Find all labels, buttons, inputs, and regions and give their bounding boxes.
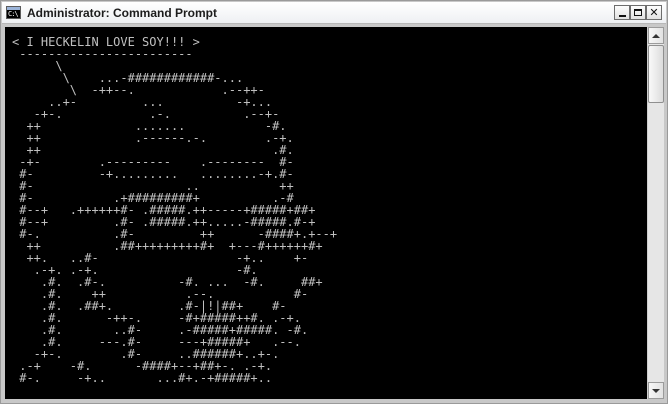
scroll-up-button[interactable] — [648, 27, 664, 44]
scroll-down-arrow-icon — [652, 388, 660, 393]
scroll-down-button[interactable] — [648, 382, 664, 399]
console-output-area[interactable]: < I HECKELIN LOVE SOY!!! > -------------… — [5, 27, 647, 399]
maximize-button[interactable] — [630, 5, 646, 20]
console-line: #-. -+.. ...#+.-+#####+.. — [12, 371, 273, 385]
window-title: Administrator: Command Prompt — [27, 6, 218, 20]
minimize-button[interactable] — [614, 5, 630, 20]
maximize-icon — [634, 9, 642, 16]
console-text: < I HECKELIN LOVE SOY!!! > -------------… — [12, 36, 337, 384]
close-button[interactable]: ✕ — [646, 5, 662, 20]
scrollbar-thumb[interactable] — [648, 45, 664, 103]
icon-glyph: C:\ — [8, 10, 19, 18]
vertical-scrollbar[interactable] — [647, 27, 664, 399]
command-prompt-icon[interactable]: C:\ — [6, 6, 21, 19]
close-icon: ✕ — [649, 6, 659, 19]
title-bar[interactable]: C:\ Administrator: Command Prompt ✕ — [2, 2, 666, 24]
command-prompt-window: C:\ Administrator: Command Prompt ✕ < I … — [0, 0, 668, 404]
scroll-up-arrow-icon — [652, 33, 660, 38]
minimize-icon — [618, 14, 626, 17]
